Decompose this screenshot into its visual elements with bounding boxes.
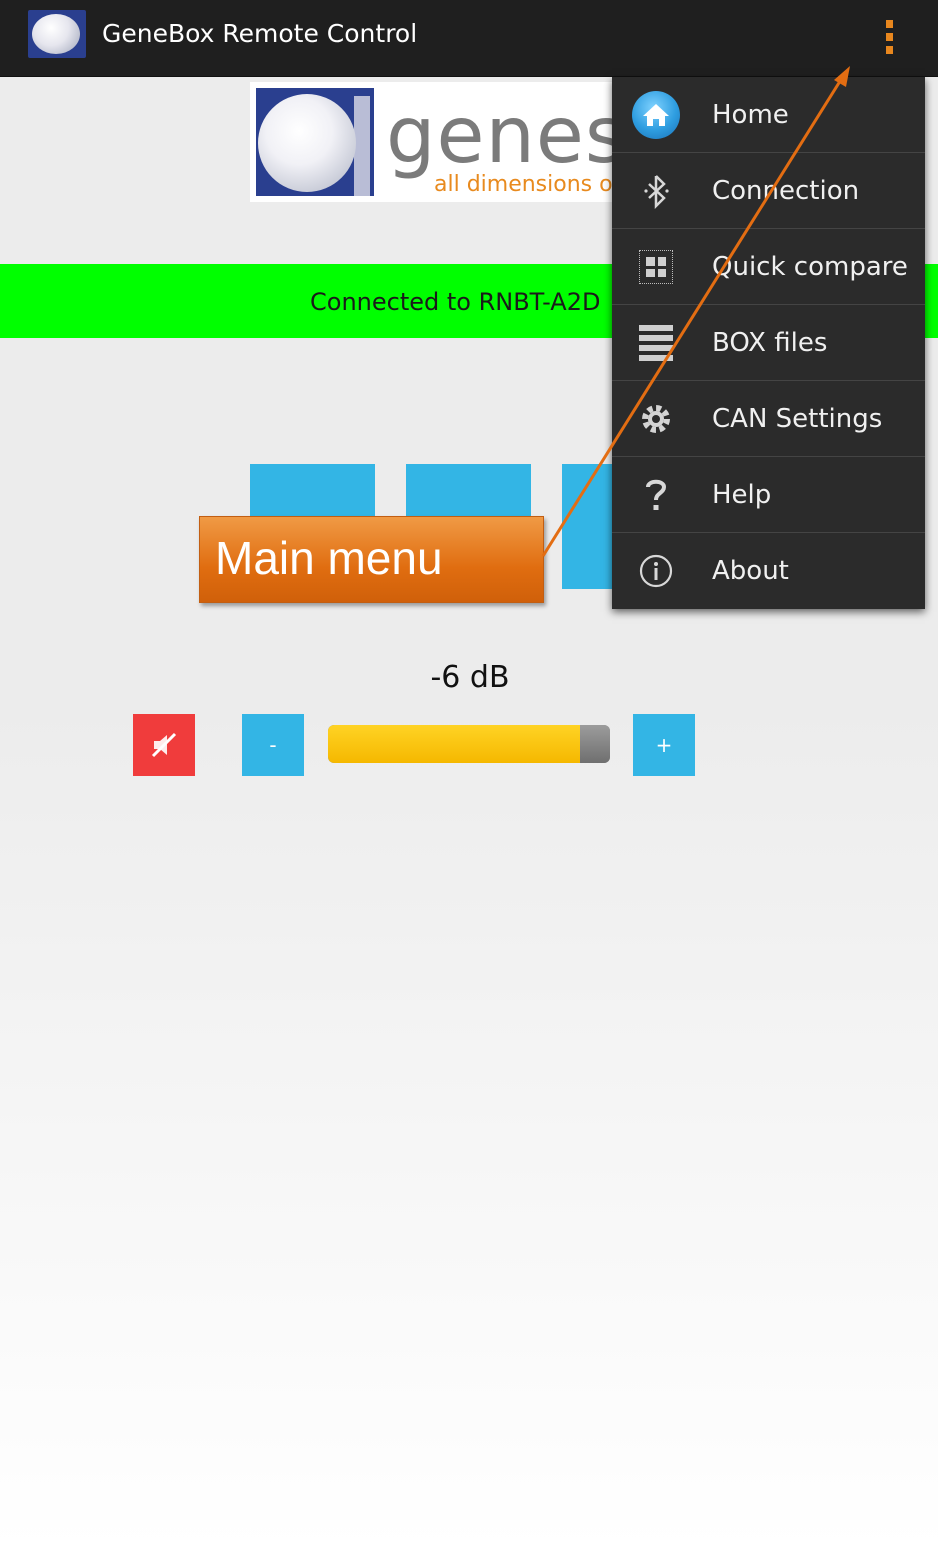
menu-item-about[interactable]: About xyxy=(612,533,925,609)
overflow-menu-icon[interactable] xyxy=(872,12,906,62)
main-menu-callout-text: Main menu xyxy=(215,532,443,584)
app-title: GeneBox Remote Control xyxy=(102,19,418,48)
volume-slider-thumb[interactable] xyxy=(580,725,610,763)
files-icon xyxy=(632,321,680,365)
menu-item-home[interactable]: Home xyxy=(612,77,925,153)
help-icon xyxy=(632,473,680,517)
mute-speaker-icon xyxy=(133,714,195,776)
logo-wordmark: genes xyxy=(386,91,627,181)
volume-level-label: -6 dB xyxy=(430,660,510,695)
menu-item-quick-compare[interactable]: Quick compare xyxy=(612,229,925,305)
menu-item-box-files[interactable]: BOX files xyxy=(612,305,925,381)
bluetooth-icon xyxy=(632,169,680,213)
main-menu-dropdown: Home Connection Quick compare BOX files xyxy=(612,77,925,609)
volume-slider-fill xyxy=(328,725,582,763)
volume-down-button[interactable]: - xyxy=(242,714,304,776)
mute-button[interactable] xyxy=(133,714,195,776)
logo-tagline: all dimensions of xyxy=(434,172,621,197)
grid-icon xyxy=(632,245,680,289)
info-icon xyxy=(632,549,680,593)
menu-item-can-settings[interactable]: CAN Settings xyxy=(612,381,925,457)
menu-item-connection[interactable]: Connection xyxy=(612,153,925,229)
gear-icon xyxy=(632,397,680,441)
volume-up-button[interactable]: + xyxy=(633,714,695,776)
connection-status-text: Connected to RNBT-A2D xyxy=(310,288,601,316)
menu-item-help[interactable]: Help xyxy=(612,457,925,533)
home-icon xyxy=(632,91,680,139)
app-logo-icon xyxy=(28,10,86,58)
volume-slider[interactable] xyxy=(328,725,610,763)
